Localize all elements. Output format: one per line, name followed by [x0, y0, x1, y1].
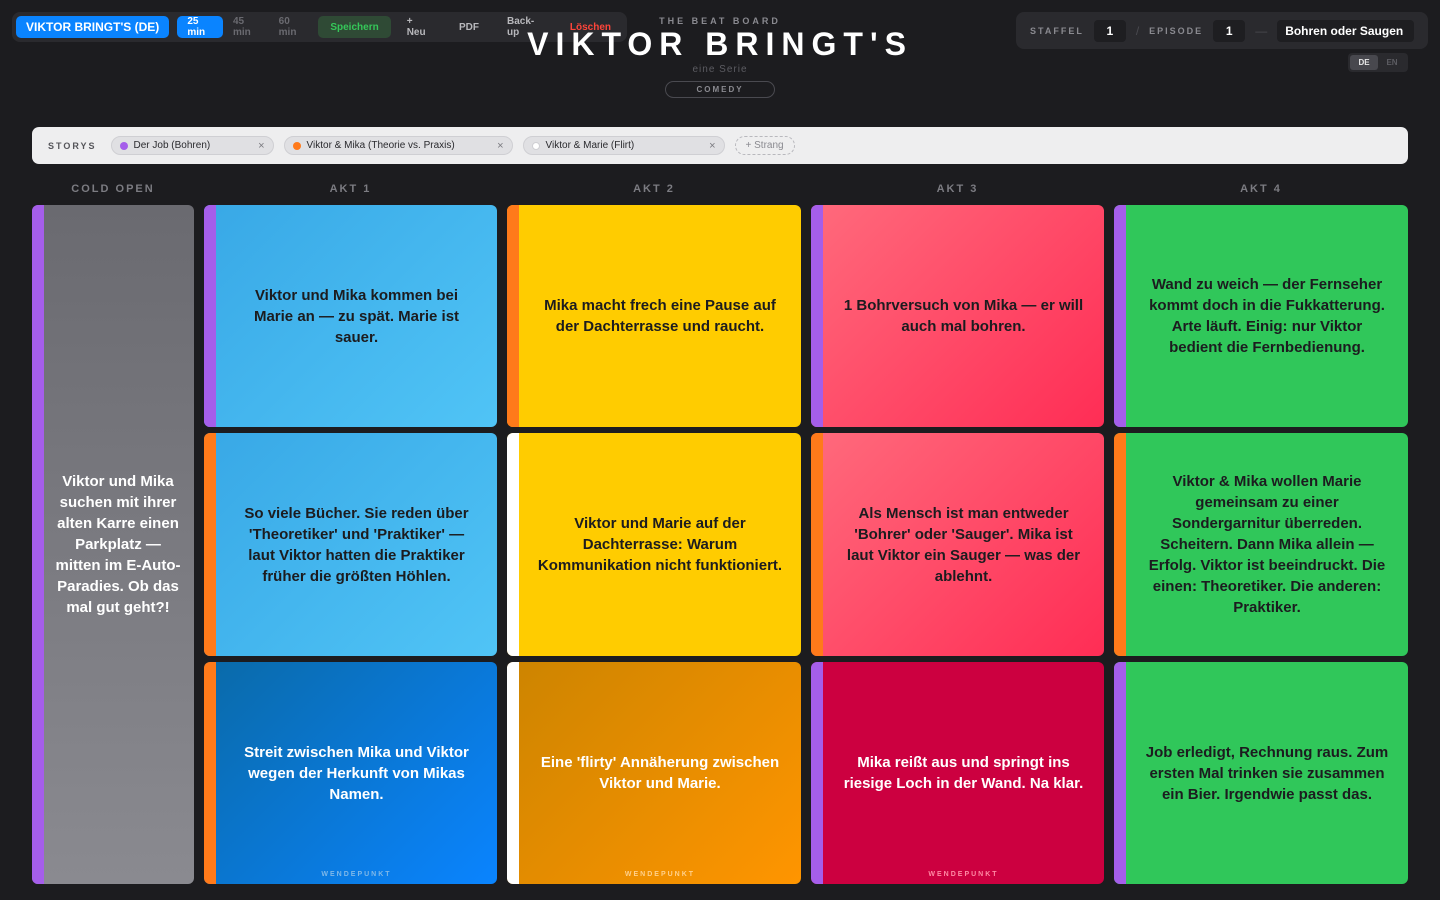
episode-input[interactable]: 1: [1213, 19, 1246, 42]
beat-text: 1 Bohrversuch von Mika — er will auch ma…: [843, 297, 1084, 335]
add-strand-button[interactable]: + Strang: [734, 136, 795, 155]
beat-card-akt2-2[interactable]: Viktor und Marie auf der Dachterrasse: W…: [507, 433, 801, 656]
beat-card-akt3-1[interactable]: 1 Bohrversuch von Mika — er will auch ma…: [811, 205, 1104, 427]
beat-card-cold-open[interactable]: Viktor und Mika suchen mit ihrer alten K…: [32, 205, 194, 884]
beat-card-akt4-3[interactable]: Job erledigt, Rechnung raus. Zum ersten …: [1114, 662, 1408, 884]
beat-text: Viktor und Mika kommen bei Marie an — zu…: [253, 286, 460, 346]
beat-card-akt1-3[interactable]: Streit zwischen Mika und Viktor wegen de…: [204, 662, 497, 884]
story-stripe: [1114, 662, 1126, 884]
story-chip-label: Viktor & Marie (Flirt): [545, 140, 635, 151]
beat-text: Mika reißt aus und springt ins riesige L…: [843, 754, 1084, 792]
story-stripe: [507, 433, 519, 656]
story-color-dot: [292, 141, 301, 150]
episode-label: EPISODE: [1149, 25, 1204, 36]
stories-label: STORYS: [48, 140, 97, 151]
episode-title-dash: —: [1255, 23, 1268, 38]
turning-point-label: WENDEPUNKT: [321, 871, 392, 878]
remove-story-icon[interactable]: ×: [258, 140, 264, 152]
episode-title-input[interactable]: Bohren oder Saugen: [1277, 19, 1414, 42]
beat-card-akt1-2[interactable]: So viele Bücher. Sie reden über 'Theoret…: [204, 433, 497, 656]
remove-story-icon[interactable]: ×: [497, 140, 503, 152]
story-color-dot: [119, 141, 128, 150]
beat-text: Eine 'flirty' Annäherung zwischen Viktor…: [540, 754, 780, 792]
lang-de-button[interactable]: DE: [1350, 55, 1378, 70]
genre-badge[interactable]: COMEDY: [665, 81, 775, 98]
story-chip-label: Viktor & Mika (Theorie vs. Praxis): [306, 140, 455, 151]
column-header-akt-3: AKT 3: [936, 183, 979, 195]
story-stripe: [811, 662, 823, 884]
turning-point-label: WENDEPUNKT: [928, 871, 999, 878]
column-header-akt-4: AKT 4: [1240, 183, 1282, 195]
season-label: STAFFEL: [1030, 25, 1084, 36]
language-toggle: DE EN: [1348, 53, 1408, 72]
beat-card-akt4-1[interactable]: Wand zu weich — der Fernseher kommt doch…: [1114, 205, 1408, 427]
story-chip-flirt[interactable]: Viktor & Marie (Flirt) ×: [522, 136, 725, 155]
remove-story-icon[interactable]: ×: [709, 140, 715, 152]
beat-text: Wand zu weich — der Fernseher kommt doch…: [1149, 276, 1385, 356]
beat-text: Viktor und Marie auf der Dachterrasse: W…: [537, 515, 783, 574]
lang-en-button[interactable]: EN: [1378, 55, 1406, 70]
show-subtitle: eine Serie: [692, 64, 748, 75]
beat-card-akt3-3[interactable]: Mika reißt aus und springt ins riesige L…: [811, 662, 1104, 884]
turning-point-label: WENDEPUNKT: [624, 871, 696, 878]
beat-text: Streit zwischen Mika und Viktor wegen de…: [244, 743, 469, 803]
stories-bar: STORYS Der Job (Bohren) × Viktor & Mika …: [32, 127, 1408, 164]
beat-card-akt1-1[interactable]: Viktor und Mika kommen bei Marie an — zu…: [204, 205, 497, 427]
story-chip-job[interactable]: Der Job (Bohren) ×: [110, 136, 274, 155]
story-chip-theorie[interactable]: Viktor & Mika (Theorie vs. Praxis) ×: [283, 136, 513, 155]
story-stripe: [1114, 433, 1126, 656]
story-chip-label: Der Job (Bohren): [133, 140, 211, 151]
column-header-akt-2: AKT 2: [633, 183, 675, 195]
beat-card-akt3-2[interactable]: Als Mensch ist man entweder 'Bohrer' ode…: [811, 433, 1104, 656]
beat-text: Viktor und Mika suchen mit ihrer alten K…: [55, 473, 181, 616]
beat-text: Mika macht frech eine Pause auf der Dach…: [544, 297, 776, 335]
story-stripe: [32, 205, 44, 884]
season-input[interactable]: 1: [1093, 19, 1126, 42]
story-stripe: [811, 205, 823, 427]
beat-card-akt2-3[interactable]: Eine 'flirty' Annäherung zwischen Viktor…: [507, 662, 801, 884]
beat-card-akt4-2[interactable]: Viktor & Mika wollen Marie gemeinsam zu …: [1114, 433, 1408, 656]
story-stripe: [1114, 205, 1126, 427]
story-stripe: [204, 433, 216, 656]
episode-panel: STAFFEL 1 / EPISODE 1 — Bohren oder Saug…: [1016, 12, 1428, 49]
story-color-dot: [531, 141, 540, 150]
story-stripe: [507, 662, 519, 884]
season-episode-separator: /: [1135, 23, 1140, 38]
story-stripe: [811, 433, 823, 656]
beat-text: Als Mensch ist man entweder 'Bohrer' ode…: [846, 504, 1081, 585]
story-stripe: [507, 205, 519, 427]
beat-card-akt2-1[interactable]: Mika macht frech eine Pause auf der Dach…: [507, 205, 801, 427]
column-header-akt-1: AKT 1: [329, 183, 372, 195]
beat-text: So viele Bücher. Sie reden über 'Theoret…: [244, 504, 469, 585]
column-header-cold-open: COLD OPEN: [71, 183, 155, 195]
story-stripe: [204, 662, 216, 884]
beat-text: Viktor & Mika wollen Marie gemeinsam zu …: [1148, 473, 1386, 616]
story-stripe: [204, 205, 216, 427]
beat-text: Job erledigt, Rechnung raus. Zum ersten …: [1145, 743, 1389, 803]
